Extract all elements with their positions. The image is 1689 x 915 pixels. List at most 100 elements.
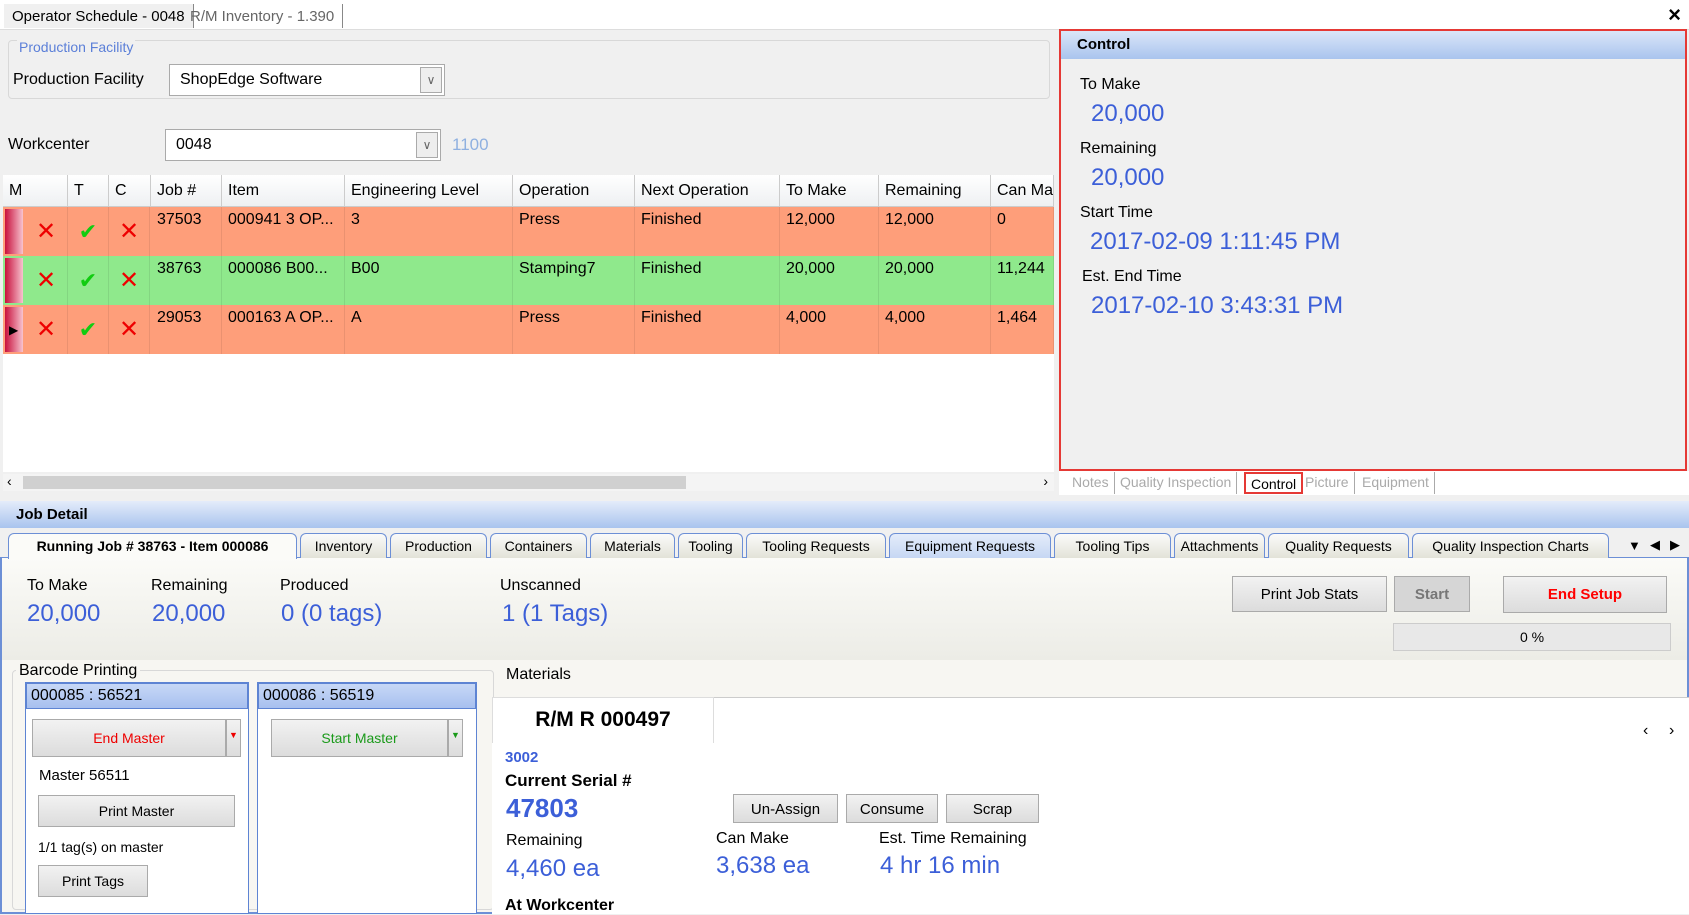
row-selector-arrow-icon[interactable]: ▶ [5, 307, 23, 352]
side-tab-notes[interactable]: Notes [1067, 472, 1115, 494]
x-icon: ✕ [25, 207, 68, 256]
tab-next-icon[interactable]: ▶ [1670, 537, 1680, 553]
side-tab-equipment[interactable]: Equipment [1357, 472, 1435, 494]
tab-running-job-38763-item-000086[interactable]: Running Job # 38763 - Item 000086 [8, 533, 297, 559]
column-header-op[interactable]: Operation [513, 175, 635, 207]
column-header-eng[interactable]: Engineering Level [345, 175, 513, 207]
tab-operator-schedule[interactable]: Operator Schedule - 0048 [4, 4, 194, 28]
table-row[interactable]: ✕ ✔ ✕ 38763 000086 B00... B00 Stamping7 Finishe… [3, 256, 1054, 305]
cell-eng: A [345, 305, 513, 354]
cell-to-make: 20,000 [780, 256, 879, 305]
cell-remaining: 4,000 [879, 305, 991, 354]
cell-item: 000163 A OP... [222, 305, 345, 354]
un-assign-button[interactable]: Un-Assign [733, 794, 838, 823]
print-job-stats-button[interactable]: Print Job Stats [1232, 576, 1387, 612]
tab-tooling-requests[interactable]: Tooling Requests [746, 533, 886, 558]
side-tab-picture[interactable]: Picture [1300, 472, 1355, 494]
side-tab-control[interactable]: Control [1244, 472, 1304, 494]
column-header-t[interactable]: T [68, 175, 109, 207]
close-icon[interactable]: × [1668, 2, 1681, 28]
side-tab-quality-inspection[interactable]: Quality Inspection [1115, 472, 1238, 494]
row-selector[interactable] [5, 258, 23, 303]
facility-select[interactable]: ShopEdge Software ∨ [169, 64, 445, 96]
stat-unscanned-label: Unscanned [500, 577, 581, 594]
start-button[interactable]: Start [1394, 576, 1470, 612]
workcenter-select[interactable]: 0048 ∨ [165, 129, 441, 161]
production-facility-group: Production Facility Production Facility [8, 39, 1050, 99]
scroll-right-icon[interactable]: › [1043, 473, 1048, 489]
material-next-icon[interactable]: › [1669, 722, 1674, 740]
cell-can-make: 11,244 [991, 256, 1054, 305]
check-icon: ✔ [68, 207, 109, 256]
table-row[interactable]: ✕ ✔ ✕ 37503 000941 3 OP... 3 Press Finished 12,0… [3, 207, 1054, 256]
column-header-job[interactable]: Job # [151, 175, 222, 207]
column-header-c[interactable]: C [109, 175, 151, 207]
stat-to-make-value: 20,000 [27, 600, 101, 627]
column-header-m[interactable]: M [3, 175, 68, 207]
tab-equipment-requests[interactable]: Equipment Requests [889, 533, 1051, 558]
column-header-can-make[interactable]: Can Ma [991, 175, 1054, 207]
cell-job: 37503 [151, 207, 222, 256]
start-master-dropdown-icon[interactable]: ▼ [448, 719, 463, 757]
cell-remaining: 12,000 [879, 207, 991, 256]
chevron-down-icon[interactable]: ∨ [416, 132, 438, 158]
job-detail-title: Job Detail [0, 501, 1689, 528]
material-tab[interactable]: R/M R 000497 [492, 697, 714, 743]
tab-inventory[interactable]: Inventory [300, 533, 387, 558]
tab-production[interactable]: Production [390, 533, 487, 558]
x-icon: ✕ [109, 256, 150, 305]
cell-eng: 3 [345, 207, 513, 256]
print-master-button[interactable]: Print Master [38, 795, 235, 827]
end-setup-button[interactable]: End Setup [1503, 576, 1667, 613]
column-header-to-make[interactable]: To Make [780, 175, 879, 207]
cell-item: 000941 3 OP... [222, 207, 345, 256]
material-remaining-label: Remaining [506, 832, 583, 849]
column-header-remaining[interactable]: Remaining [879, 175, 991, 207]
stat-produced-label: Produced [280, 577, 349, 594]
end-master-button[interactable]: End Master [32, 719, 226, 757]
serial-value: 47803 [506, 793, 579, 823]
tab-quality-requests[interactable]: Quality Requests [1268, 533, 1409, 558]
tab-tooling[interactable]: Tooling [678, 533, 743, 558]
check-icon: ✔ [68, 305, 109, 354]
scroll-left-icon[interactable]: ‹ [7, 473, 12, 489]
remaining-value: 20,000 [1091, 164, 1165, 191]
chevron-down-icon[interactable]: ∨ [420, 67, 442, 93]
horizontal-scrollbar[interactable]: ‹ › [3, 473, 1054, 491]
material-prev-icon[interactable]: ‹ [1643, 722, 1648, 740]
end-time-value: 2017-02-10 3:43:31 PM [1091, 292, 1344, 319]
material-remaining-value: 4,460 ea [506, 855, 600, 882]
progress-bar: 0 % [1393, 623, 1671, 651]
table-row[interactable]: ▶ ✕ ✔ ✕ 29053 000163 A OP... A Press Finished 4,0… [3, 305, 1054, 354]
stat-to-make-label: To Make [27, 577, 88, 594]
row-selector[interactable] [5, 209, 23, 254]
end-master-dropdown-icon[interactable]: ▼ [226, 719, 241, 757]
tab-prev-icon[interactable]: ◀ [1650, 537, 1660, 553]
tab-materials[interactable]: Materials [590, 533, 675, 558]
tab-attachments[interactable]: Attachments [1174, 533, 1265, 558]
barcode-panel-1: 000085 : 56521 End Master ▼ Master 56511… [25, 682, 249, 914]
tab-rm-inventory[interactable]: R/M Inventory - 1.390 [182, 4, 344, 28]
consume-button[interactable]: Consume [846, 794, 938, 823]
facility-label: Production Facility [13, 71, 144, 88]
est-time-value: 4 hr 16 min [880, 852, 1001, 879]
start-master-button[interactable]: Start Master [271, 719, 448, 757]
print-tags-button[interactable]: Print Tags [38, 865, 148, 897]
tab-tooling-tips[interactable]: Tooling Tips [1054, 533, 1171, 558]
workcenter-label: Workcenter [8, 136, 90, 153]
column-header-next[interactable]: Next Operation [635, 175, 780, 207]
x-icon: ✕ [109, 305, 150, 354]
tab-containers[interactable]: Containers [490, 533, 587, 558]
scrap-button[interactable]: Scrap [946, 794, 1039, 823]
to-make-value: 20,000 [1091, 100, 1165, 127]
cell-job: 38763 [151, 256, 222, 305]
tab-quality-inspection-charts[interactable]: Quality Inspection Charts [1412, 533, 1609, 558]
tab-list-icon[interactable]: ▼ [1628, 538, 1641, 553]
can-make-value: 3,638 ea [716, 852, 810, 879]
barcode-printing-title: Barcode Printing [16, 662, 141, 680]
column-header-item[interactable]: Item [222, 175, 345, 207]
group-title: Production Facility [17, 39, 136, 55]
stat-remaining-label: Remaining [151, 577, 228, 594]
cell-next: Finished [635, 305, 780, 354]
scrollbar-thumb[interactable] [23, 476, 686, 489]
